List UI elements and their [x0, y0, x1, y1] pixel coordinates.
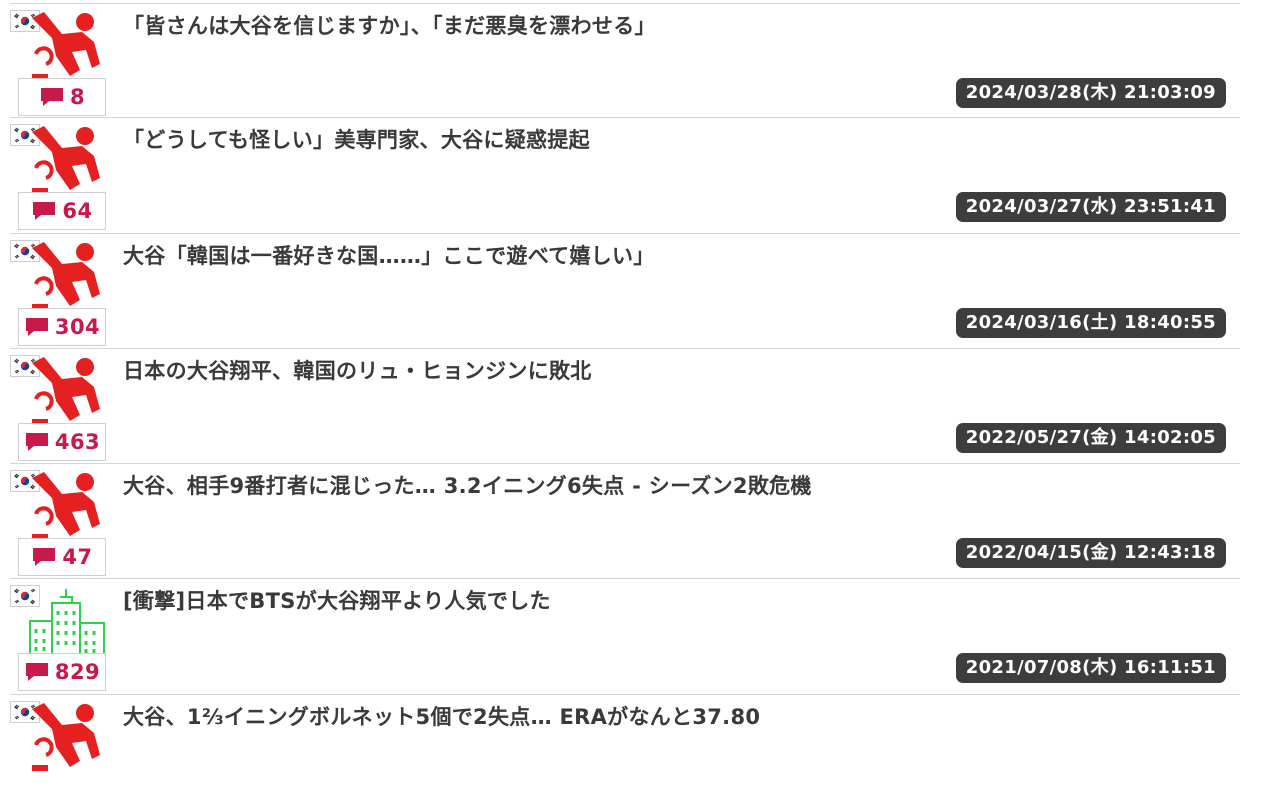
article-title[interactable]: 大谷、1⅔イニングボルネット5個で2失点… ERAがなんと37.80 [123, 701, 1230, 731]
speech-bubble-icon [25, 433, 48, 451]
comment-count: 8 [69, 84, 86, 109]
article-title[interactable]: 「どうしても怪しい」美専門家、大谷に疑惑提起 [123, 124, 1230, 154]
comment-count-badge[interactable]: 829 [18, 653, 106, 691]
article-row[interactable]: 8 「皆さんは大谷を信じますか」、「まだ悪臭を漂わせる」 2024/03/28(… [10, 3, 1240, 117]
article-date: 2021/07/08(木) 16:11:51 [955, 653, 1226, 683]
comment-count: 64 [62, 198, 93, 223]
comment-count: 47 [62, 544, 93, 569]
article-date: 2022/04/15(金) 12:43:18 [955, 538, 1226, 568]
comment-count: 463 [54, 429, 101, 454]
article-row[interactable]: 64 「どうしても怪しい」美専門家、大谷に疑惑提起 2024/03/27(水) … [10, 117, 1240, 231]
speech-bubble-icon [25, 663, 48, 681]
article-date: 2024/03/28(木) 21:03:09 [955, 78, 1226, 108]
speech-bubble-icon [40, 88, 63, 106]
article-title[interactable]: 「皆さんは大谷を信じますか」、「まだ悪臭を漂わせる」 [123, 10, 1230, 40]
article-date: 2022/05/27(金) 14:02:05 [955, 423, 1226, 453]
comment-count-badge[interactable]: 47 [18, 538, 106, 576]
article-row[interactable]: 304 大谷「韓国は一番好きな国……」ここで遊べて嬉しい」 2024/03/16… [10, 233, 1240, 347]
article-row[interactable]: 47 大谷、相手9番打者に混じった… 3.2イニング6失点 - シーズン2敗危機… [10, 463, 1240, 577]
comment-count-badge[interactable]: 463 [18, 423, 106, 461]
comment-count-badge[interactable]: 304 [18, 308, 106, 346]
article-title[interactable]: 大谷「韓国は一番好きな国……」ここで遊べて嬉しい」 [123, 240, 1230, 270]
article-title[interactable]: 大谷、相手9番打者に混じった… 3.2イニング6失点 - シーズン2敗危機 [123, 470, 1230, 500]
article-title[interactable]: 日本の大谷翔平、韓国のリュ・ヒョンジンに敗北 [123, 355, 1230, 385]
speech-bubble-icon [25, 318, 48, 336]
comment-count-badge[interactable]: 64 [18, 192, 106, 230]
comment-count: 304 [54, 314, 101, 339]
article-date: 2024/03/27(水) 23:51:41 [955, 192, 1226, 222]
article-row[interactable]: 829 [衝撃]日本でBTSが大谷翔平より人気でした 2021/07/08(木)… [10, 578, 1240, 692]
article-row[interactable]: 大谷、1⅔イニングボルネット5個で2失点… ERAがなんと37.80 [10, 694, 1240, 808]
article-row[interactable]: 463 日本の大谷翔平、韓国のリュ・ヒョンジンに敗北 2022/05/27(金)… [10, 348, 1240, 462]
baseball-player-icon[interactable] [22, 699, 112, 781]
comment-count: 829 [54, 659, 101, 684]
speech-bubble-icon [33, 202, 56, 220]
speech-bubble-icon [33, 548, 56, 566]
article-title[interactable]: [衝撃]日本でBTSが大谷翔平より人気でした [123, 585, 1230, 615]
comment-count-badge[interactable]: 8 [18, 78, 106, 116]
article-date: 2024/03/16(土) 18:40:55 [955, 308, 1226, 338]
